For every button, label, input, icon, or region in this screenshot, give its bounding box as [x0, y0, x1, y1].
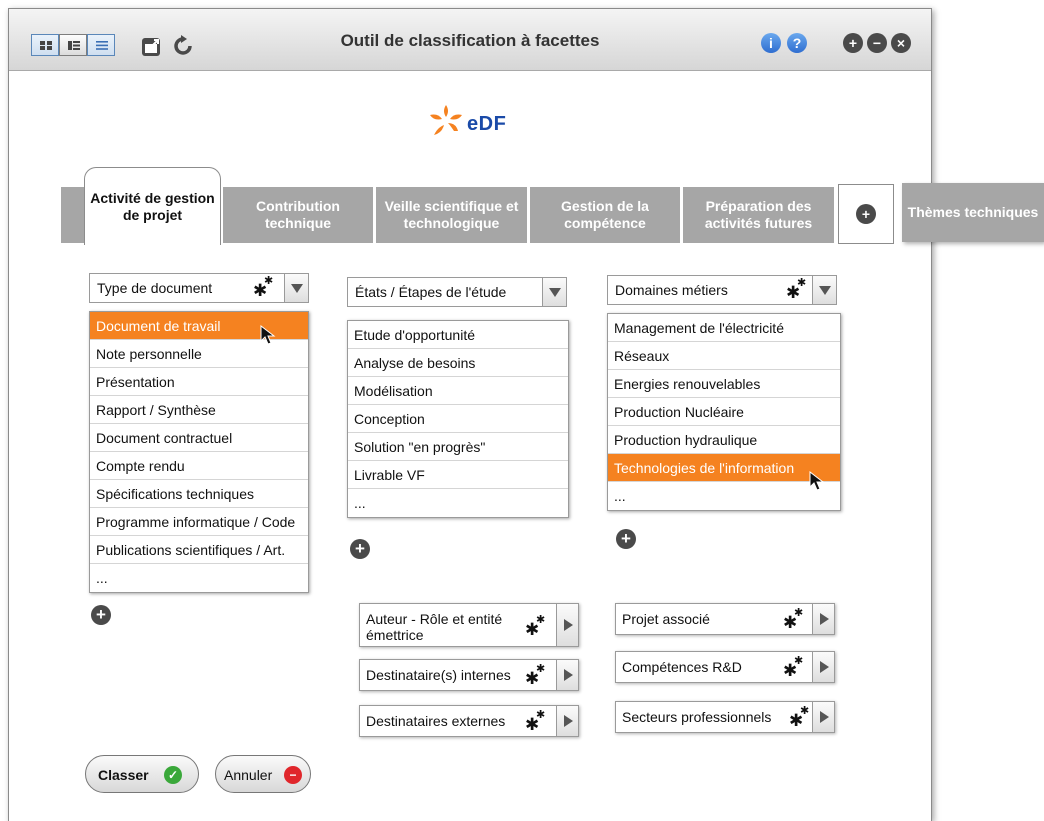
title-bar: Outil de classification à facettes i ? +… — [9, 9, 931, 71]
list-item[interactable]: Document contractuel — [90, 424, 308, 452]
expand-arrow-icon[interactable] — [812, 604, 834, 634]
facet-destinataires-internes[interactable]: Destinataire(s) internes ✱ ✱ — [359, 659, 579, 691]
plus-icon: + — [856, 204, 876, 224]
add-item-button[interactable]: + — [350, 539, 370, 559]
dropdown-label: Type de document — [97, 280, 213, 296]
no-entry-icon: − — [284, 766, 302, 784]
tab-label: Gestion de la compétence — [561, 198, 649, 231]
tab-label: Veille scientifique et technologique — [384, 198, 519, 231]
expand-arrow-icon[interactable] — [556, 706, 578, 736]
logo-wordmark: eDF — [467, 113, 507, 135]
facet-label: Compétences R&D — [622, 659, 742, 675]
edf-sun-icon — [430, 105, 462, 135]
annuler-button[interactable]: Annuler − — [215, 755, 311, 793]
tab-themes-techniques[interactable]: Thèmes techniques — [902, 183, 1044, 242]
list-item[interactable]: Energies renouvelables — [608, 370, 840, 398]
list-item[interactable]: Solution "en progrès" — [348, 433, 568, 461]
facet-auteur[interactable]: Auteur - Rôle et entité émettrice ✱ ✱ — [359, 603, 579, 647]
list-item[interactable]: Technologies de l'information — [608, 454, 840, 482]
button-label: Annuler — [224, 767, 273, 783]
dropdown-label: États / Étapes de l'étude — [355, 284, 507, 300]
close-icon[interactable]: × — [891, 33, 911, 53]
gear-icon[interactable]: ✱ ✱ — [783, 608, 809, 632]
list-item[interactable]: Rapport / Synthèse — [90, 396, 308, 424]
list-item[interactable]: Production Nucléaire — [608, 398, 840, 426]
gear-icon[interactable]: ✱ ✱ — [525, 710, 551, 734]
tab-edge — [61, 187, 85, 243]
info-icon[interactable]: i — [761, 33, 781, 53]
facet-label: Projet associé — [622, 611, 710, 627]
classer-button[interactable]: Classer ✓ — [85, 755, 199, 793]
add-tab-button[interactable]: + — [838, 184, 894, 244]
list-item[interactable]: Conception — [348, 405, 568, 433]
button-label: Classer — [98, 767, 149, 783]
dropdown-arrow-icon[interactable] — [542, 278, 566, 306]
app-window: Outil de classification à facettes i ? +… — [8, 8, 932, 821]
tab-label: Activité de gestion de projet — [90, 189, 215, 223]
tab-activite-gestion-projet[interactable]: Activité de gestion de projet — [84, 167, 221, 245]
expand-arrow-icon[interactable] — [812, 652, 834, 682]
type-document-list: Document de travail Note personnelle Pré… — [89, 311, 309, 593]
facet-label: Secteurs professionnels — [622, 709, 772, 725]
help-icon[interactable]: ? — [787, 33, 807, 53]
expand-arrow-icon[interactable] — [556, 660, 578, 690]
mouse-cursor-icon — [260, 325, 276, 345]
add-item-button[interactable]: + — [616, 529, 636, 549]
list-item[interactable]: Programme informatique / Code — [90, 508, 308, 536]
list-item[interactable]: Réseaux — [608, 342, 840, 370]
plus-icon[interactable]: + — [843, 33, 863, 53]
facet-destinataires-externes[interactable]: Destinataires externes ✱ ✱ — [359, 705, 579, 737]
list-item[interactable]: Compte rendu — [90, 452, 308, 480]
gear-icon[interactable]: ✱ ✱ — [253, 276, 279, 300]
gear-icon[interactable]: ✱ ✱ — [783, 656, 809, 680]
tab-veille-scientifique[interactable]: Veille scientifique et technologique — [376, 187, 527, 243]
tab-label: Préparation des activités futures — [704, 198, 813, 231]
tab-label: Contribution technique — [256, 198, 340, 231]
list-item[interactable]: ... — [608, 482, 840, 510]
dropdown-label: Domaines métiers — [615, 282, 728, 298]
facet-label: Destinataires externes — [366, 713, 506, 729]
facet-competences-rd[interactable]: Compétences R&D ✱ ✱ — [615, 651, 835, 683]
list-item[interactable]: Présentation — [90, 368, 308, 396]
list-item[interactable]: Publications scientifiques / Art. — [90, 536, 308, 564]
type-document-dropdown[interactable]: Type de document ✱ ✱ — [89, 273, 309, 303]
dropdown-arrow-icon[interactable] — [284, 274, 308, 302]
domaines-metiers-dropdown[interactable]: Domaines métiers ✱ ✱ — [607, 275, 837, 305]
list-item[interactable]: Livrable VF — [348, 461, 568, 489]
check-icon: ✓ — [164, 766, 182, 784]
domaines-metiers-list: Management de l'électricité Réseaux Ener… — [607, 313, 841, 511]
dropdown-arrow-icon[interactable] — [812, 276, 836, 304]
facet-label: Auteur - Rôle et entité émettrice — [366, 611, 503, 643]
list-item[interactable]: ... — [90, 564, 308, 592]
tab-preparation-activites[interactable]: Préparation des activités futures — [683, 187, 834, 243]
expand-arrow-icon[interactable] — [556, 604, 578, 646]
mouse-cursor-icon — [809, 471, 825, 491]
tab-contribution-technique[interactable]: Contribution technique — [223, 187, 373, 243]
tab-gestion-competence[interactable]: Gestion de la compétence — [530, 187, 680, 243]
facet-projet-associe[interactable]: Projet associé ✱ ✱ — [615, 603, 835, 635]
expand-arrow-icon[interactable] — [812, 702, 834, 732]
add-item-button[interactable]: + — [91, 605, 111, 625]
tab-label: Thèmes techniques — [907, 204, 1039, 221]
facet-label: Destinataire(s) internes — [366, 667, 511, 683]
etats-etapes-dropdown[interactable]: États / Étapes de l'étude — [347, 277, 567, 307]
gear-icon[interactable]: ✱ ✱ — [525, 615, 551, 639]
gear-icon[interactable]: ✱ ✱ — [525, 664, 551, 688]
list-item[interactable]: Production hydraulique — [608, 426, 840, 454]
list-item[interactable]: Management de l'électricité — [608, 314, 840, 342]
minus-icon[interactable]: − — [867, 33, 887, 53]
list-item[interactable]: Etude d'opportunité — [348, 321, 568, 349]
list-item[interactable]: Spécifications techniques — [90, 480, 308, 508]
list-item[interactable]: Modélisation — [348, 377, 568, 405]
list-item[interactable]: ... — [348, 489, 568, 517]
facet-secteurs-professionnels[interactable]: Secteurs professionnels ✱ ✱ — [615, 701, 835, 733]
gear-icon[interactable]: ✱ ✱ — [786, 278, 812, 302]
etats-etapes-list: Etude d'opportunité Analyse de besoins M… — [347, 320, 569, 518]
list-item[interactable]: Analyse de besoins — [348, 349, 568, 377]
